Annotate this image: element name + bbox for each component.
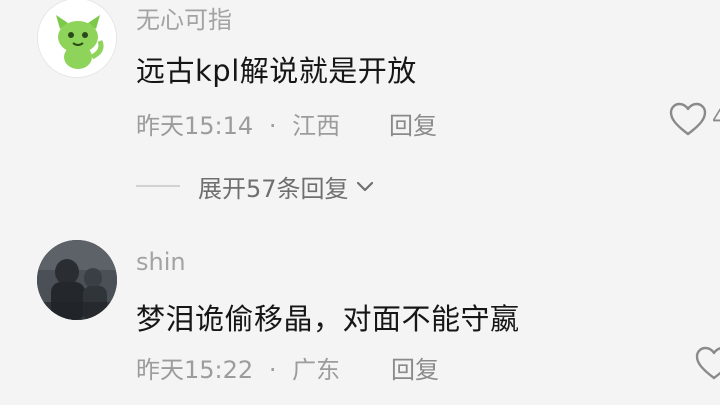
expand-replies-label: 展开57条回复 (198, 174, 349, 203)
comment-time: 昨天15:22 (136, 356, 254, 384)
meta-separator: · (268, 112, 277, 140)
reply-button[interactable]: 回复 (389, 106, 437, 141)
dark-photo-avatar-icon (37, 240, 117, 320)
comment-item: shin 梦泪诡偷移晶，对面不能守嬴 昨天15:22 · 广东 回复 (0, 238, 720, 405)
comment-text: 梦泪诡偷移晶，对面不能守嬴 (136, 302, 520, 336)
like-count: 4 (712, 106, 720, 131)
comment-item: 无心可指 远古kpl解说就是开放 昨天15:14 · 江西 回复 4 (0, 0, 720, 166)
green-cat-avatar-icon (38, 0, 116, 77)
meta-separator: · (268, 356, 277, 384)
expand-replies-button[interactable]: 展开57条回复 (136, 166, 377, 206)
comment-username[interactable]: 无心可指 (136, 0, 232, 35)
comment-meta: 昨天15:22 · 广东 (136, 350, 340, 385)
comment-location: 江西 (292, 112, 341, 140)
avatar[interactable] (37, 0, 117, 78)
comment-meta: 昨天15:14 · 江西 (136, 106, 340, 141)
comment-username[interactable]: shin (136, 248, 186, 276)
comment-text: 远古kpl解说就是开放 (136, 54, 417, 88)
comment-time: 昨天15:14 (136, 112, 254, 140)
like-button[interactable] (668, 100, 708, 140)
heart-outline-icon (669, 102, 707, 136)
heart-outline-icon (695, 346, 720, 380)
avatar[interactable] (37, 240, 117, 320)
comment-location: 广东 (292, 356, 341, 384)
reply-button[interactable]: 回复 (391, 350, 439, 385)
like-button[interactable] (694, 344, 720, 384)
expand-divider-line (136, 185, 180, 187)
chevron-down-icon (356, 181, 373, 192)
